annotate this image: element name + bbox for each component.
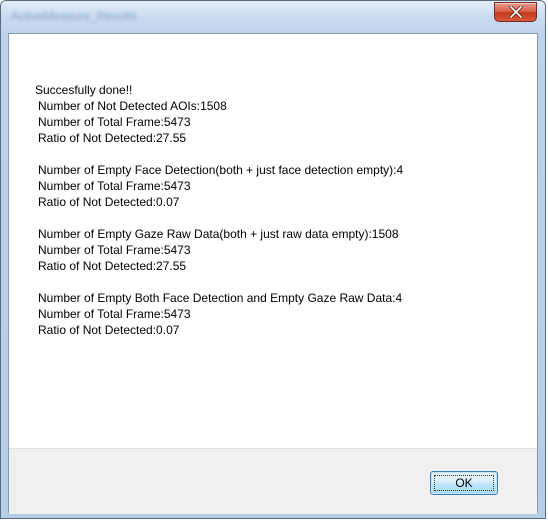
message-line: Number of Total Frame:5473 — [38, 307, 191, 321]
message-line: Ratio of Not Detected:27.55 — [38, 131, 187, 145]
message-box-window: ActiveMeasure_Results Succesfully done!!… — [0, 0, 546, 519]
close-button[interactable] — [494, 2, 537, 22]
title-bar[interactable]: ActiveMeasure_Results — [1, 1, 545, 35]
ok-button-label: OK — [455, 476, 473, 490]
message-line: Ratio of Not Detected:0.07 — [38, 323, 180, 337]
dialog-client-area: Succesfully done!! Number of Not Detecte… — [8, 33, 538, 514]
message-line: Number of Total Frame:5473 — [38, 179, 191, 193]
message-line: Number of Empty Face Detection(both + ju… — [38, 163, 404, 177]
close-icon — [509, 6, 523, 18]
message-line: Number of Not Detected AOIs:1508 — [38, 99, 227, 113]
message-area: Succesfully done!! Number of Not Detecte… — [9, 34, 537, 448]
message-line: Succesfully done!! — [35, 83, 133, 97]
ok-button[interactable]: OK — [430, 471, 498, 495]
message-line: Number of Empty Gaze Raw Data(both + jus… — [38, 227, 399, 241]
window-title: ActiveMeasure_Results — [11, 9, 138, 23]
message-line: Ratio of Not Detected:0.07 — [38, 195, 180, 209]
message-line: Number of Total Frame:5473 — [38, 243, 191, 257]
button-bar: OK — [9, 448, 537, 514]
message-line: Ratio of Not Detected:27.55 — [38, 259, 187, 273]
message-line: Number of Total Frame:5473 — [38, 115, 191, 129]
message-text: Succesfully done!! Number of Not Detecte… — [35, 82, 403, 338]
message-line: Number of Empty Both Face Detection and … — [38, 291, 403, 305]
